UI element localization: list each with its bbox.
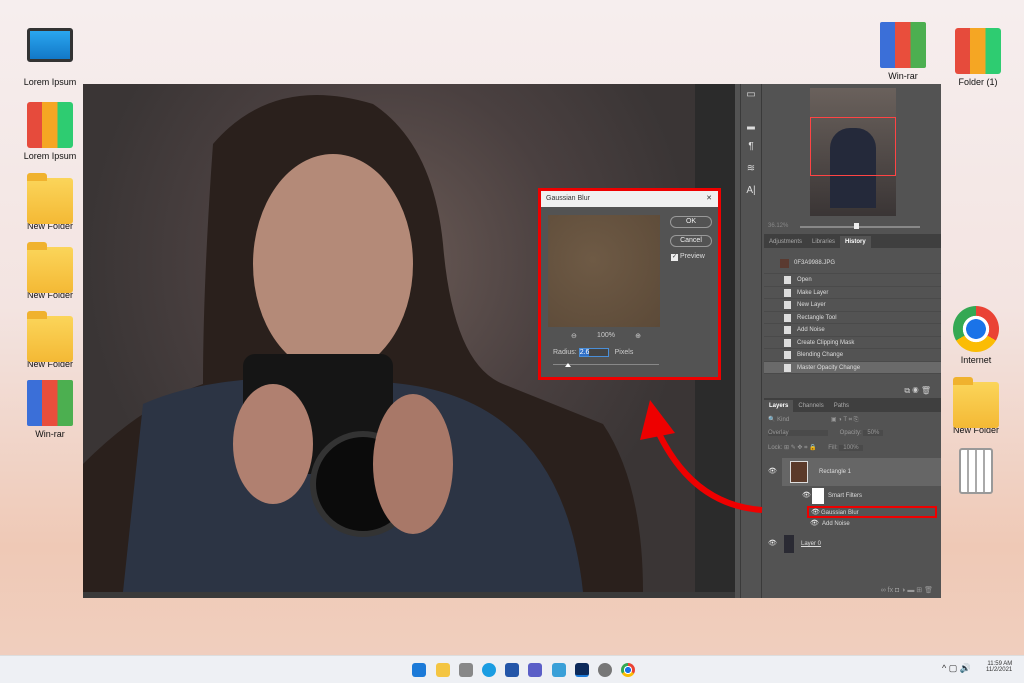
cancel-button[interactable]: Cancel xyxy=(670,235,712,247)
folder-icon xyxy=(27,173,73,224)
history-panel-tabs: Adjustments Libraries History xyxy=(764,234,941,248)
history-footer-icons: ⧉ ◉ 🗑 xyxy=(904,386,931,395)
folder-icon xyxy=(27,242,73,293)
folder-icon xyxy=(953,377,999,428)
navigator-zoom-slider[interactable] xyxy=(800,223,920,229)
panel-toolbar: ▭ ▂ ¶ ≋ A| xyxy=(740,84,762,598)
ok-button[interactable]: OK xyxy=(670,216,712,228)
desktop-icon-winrar[interactable]: Win-rar xyxy=(867,22,939,81)
navigator-view-box[interactable] xyxy=(810,117,896,176)
history-item[interactable]: Add Noise xyxy=(764,324,941,337)
adjustments-icon[interactable]: ≋ xyxy=(741,158,761,180)
teams-icon[interactable] xyxy=(528,663,542,677)
computer-icon xyxy=(27,28,73,62)
chrome-icon[interactable] xyxy=(621,663,635,677)
layer-smart-filters[interactable]: 👁 Smart Filters xyxy=(764,486,941,506)
desktop-icon-folder[interactable]: New Folder xyxy=(14,241,86,300)
desktop-icon-folder[interactable]: New Folder xyxy=(14,172,86,231)
camera-icon[interactable] xyxy=(459,663,473,677)
settings-icon[interactable] xyxy=(598,663,612,677)
desktop-icon-binders[interactable]: Lorem Ipsum xyxy=(14,102,86,161)
store-icon[interactable] xyxy=(505,663,519,677)
layers-panel-tabs: Layers Channels Paths xyxy=(764,398,941,412)
file-explorer-icon[interactable] xyxy=(436,663,450,677)
visibility-eye-icon[interactable]: 👁 xyxy=(810,518,819,530)
taskbar: ^ ▢ 🔊 11:59 AM 11/2/2021 xyxy=(0,655,1024,683)
history-item[interactable]: New Layer xyxy=(764,299,941,312)
filter-gaussian-blur[interactable]: 👁 Gaussian Blur xyxy=(807,506,937,518)
comment-icon[interactable]: ▭ xyxy=(741,84,761,106)
zoom-in-icon[interactable]: ⊕ xyxy=(635,332,641,340)
trash-icon xyxy=(959,448,993,494)
chrome-icon xyxy=(953,306,999,352)
visibility-eye-icon[interactable]: 👁 xyxy=(768,532,777,556)
character-icon[interactable]: A| xyxy=(741,180,761,202)
binders-icon xyxy=(27,102,73,148)
folder-icon xyxy=(27,311,73,362)
history-item-selected[interactable]: Master Opacity Change xyxy=(764,361,941,374)
desktop-icon-folder[interactable]: New Folder xyxy=(940,376,1012,435)
edge-icon[interactable] xyxy=(482,663,496,677)
history-item[interactable]: Create Clipping Mask xyxy=(764,337,941,349)
zoom-out-icon[interactable]: ⊖ xyxy=(571,332,577,340)
desktop-icon-folder[interactable]: New Folder xyxy=(14,310,86,369)
close-icon[interactable]: ✕ xyxy=(706,191,712,207)
layer-0[interactable]: 👁 Layer 0 xyxy=(764,532,941,556)
red-arrow-annotation xyxy=(640,400,763,513)
clock[interactable]: 11:59 AM 11/2/2021 xyxy=(986,661,1012,673)
fill-input[interactable]: 100% xyxy=(839,445,863,451)
layer-filter-input[interactable]: 🔍 Kind ▣ ◑ T ⌗ ⎘ xyxy=(768,416,937,426)
right-panels: 36.12% Adjustments Libraries History 0F3… xyxy=(764,84,941,598)
tab-history[interactable]: History xyxy=(840,236,871,248)
dialog-titlebar: Gaussian Blur ✕ xyxy=(541,191,718,207)
binders-icon xyxy=(955,28,1001,74)
tray-icons[interactable]: ^ ▢ 🔊 xyxy=(942,663,971,674)
opacity-input[interactable]: 50% xyxy=(863,430,884,436)
desktop-icon-recycle-bin[interactable] xyxy=(940,448,1012,497)
winrar-icon xyxy=(27,380,73,426)
layer-rectangle-1[interactable]: 👁 Rectangle 1 xyxy=(768,458,941,486)
ruler-icon[interactable]: ▂ xyxy=(741,114,761,136)
history-item[interactable]: Make Layer xyxy=(764,287,941,299)
blur-preview[interactable] xyxy=(548,215,660,327)
desktop-icon-winrar[interactable]: Win-rar xyxy=(14,380,86,439)
tab-adjustments[interactable]: Adjustments xyxy=(764,236,807,248)
start-icon[interactable] xyxy=(412,663,426,677)
history-snapshot[interactable]: 0F3A9988.JPG xyxy=(764,252,941,274)
desktop-icon-internet[interactable]: Internet xyxy=(940,306,1012,365)
blend-mode-select[interactable]: Overlay xyxy=(768,430,828,436)
radius-input[interactable]: 2.6 xyxy=(578,348,609,357)
tab-channels[interactable]: Channels xyxy=(793,400,828,412)
radius-slider[interactable] xyxy=(553,363,659,367)
history-item[interactable]: Blending Change xyxy=(764,349,941,362)
winrar-icon xyxy=(880,22,926,68)
navigator-zoom-value[interactable]: 36.12% xyxy=(768,223,788,229)
history-list: Open Make Layer New Layer Rectangle Tool… xyxy=(764,274,941,374)
history-item[interactable]: Rectangle Tool xyxy=(764,312,941,324)
tab-paths[interactable]: Paths xyxy=(829,400,854,412)
gaussian-blur-dialog: Gaussian Blur ✕ OK Cancel ✓ Preview ⊖ 100%… xyxy=(538,188,721,380)
desktop-icon-binders[interactable]: Folder (1) xyxy=(942,28,1014,87)
layers-footer-icons: ∞ fx ◘ ◑ ▬ ⊞ 🗑 xyxy=(880,587,933,594)
horizontal-scrollbar[interactable] xyxy=(83,592,735,598)
filter-add-noise[interactable]: 👁 Add Noise xyxy=(764,518,941,530)
tab-libraries[interactable]: Libraries xyxy=(807,236,840,248)
paragraph-icon[interactable]: ¶ xyxy=(741,136,761,158)
navigator-thumbnail[interactable] xyxy=(810,88,896,216)
desktop-icon-computer[interactable]: Lorem Ipsum xyxy=(14,28,86,87)
navigator-panel: 36.12% xyxy=(764,84,941,234)
maps-icon[interactable] xyxy=(552,663,566,677)
preview-checkbox[interactable]: ✓ Preview xyxy=(671,253,705,261)
photoshop-taskbar-icon[interactable] xyxy=(575,663,589,677)
visibility-eye-icon[interactable]: 👁 xyxy=(811,508,820,518)
photoshop-window: ▭ ▂ ¶ ≋ A| 36.12% Adjustments Libraries … xyxy=(83,84,941,598)
history-item[interactable]: Open xyxy=(764,274,941,287)
visibility-eye-icon[interactable]: 👁 xyxy=(802,486,811,506)
